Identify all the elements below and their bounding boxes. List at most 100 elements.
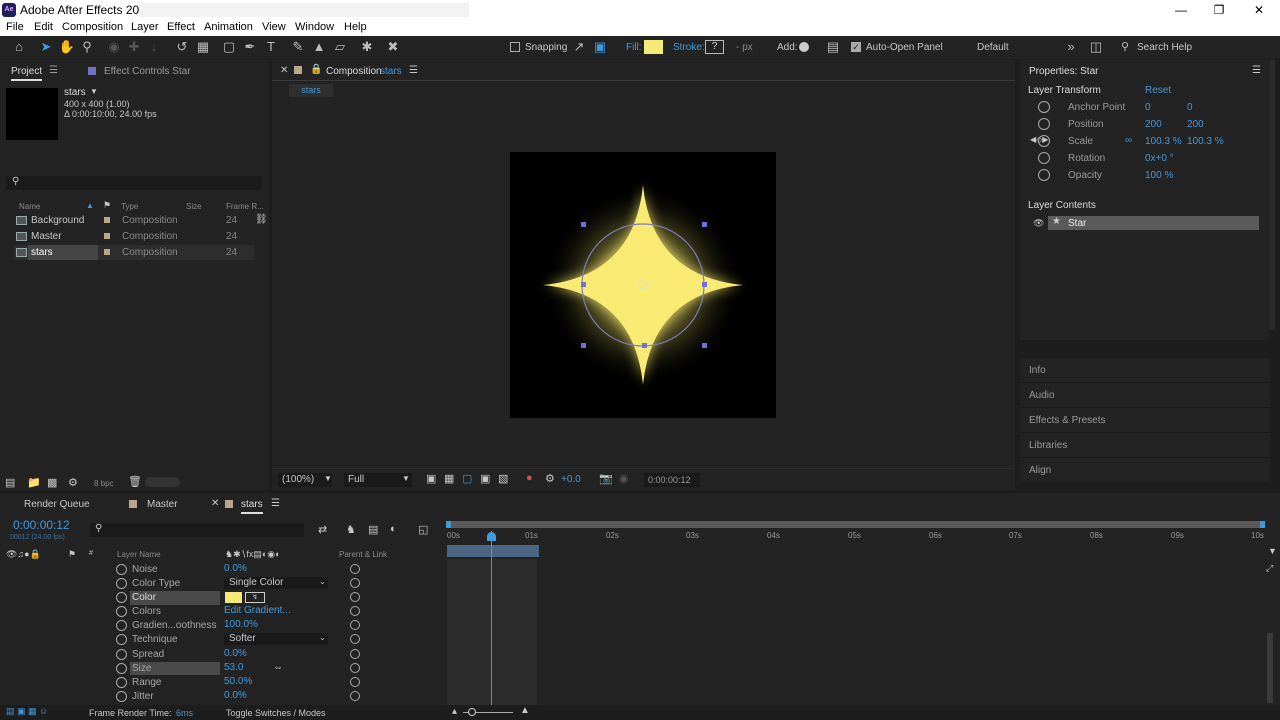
label-color-swatch[interactable] [104,217,110,223]
timeline-prop-range[interactable]: Range 50.0% [110,676,445,690]
content-item-star[interactable]: ★ Star [1048,216,1259,230]
stopwatch-icon[interactable] [1038,101,1050,113]
pick-whip-icon[interactable] [350,691,360,701]
project-item[interactable]: Background Composition 24 [14,213,254,228]
close-tab-icon[interactable]: ✕ [280,65,288,76]
bpc-label[interactable]: 8 bpc [94,479,114,488]
brush-tool-icon[interactable]: ✎ [289,39,307,57]
comp-breadcrumb[interactable]: stars [289,84,333,97]
pick-whip-icon[interactable] [350,606,360,616]
column-layer-name[interactable]: Layer Name [117,550,161,559]
stopwatch-icon[interactable] [116,578,127,589]
comp-canvas[interactable] [510,152,776,418]
flowchart-icon[interactable]: ⛓ [255,214,268,225]
stopwatch-icon[interactable] [116,649,127,660]
workspace-default[interactable]: Default [977,42,1009,53]
new-folder-icon[interactable]: 📁 [27,476,41,489]
transform-handle[interactable] [702,282,707,287]
pick-whip-icon[interactable] [350,564,360,574]
tab-project[interactable]: Project [11,66,43,81]
navigator-end-handle[interactable] [1260,521,1265,528]
composition-tab-label[interactable]: Composition [326,66,382,77]
prop-value-y[interactable]: 0 [1187,102,1193,113]
pick-whip-icon[interactable] [350,592,360,602]
rectangle-tool-icon[interactable]: ▢ [220,39,238,57]
tab-master[interactable]: Master [147,499,178,510]
label-tag-icon[interactable]: ⚑ [68,549,76,560]
menu-effect[interactable]: Effect [167,21,195,33]
menu-file[interactable]: File [6,21,24,33]
prop-value[interactable]: 0.0% [224,563,247,574]
prop-value[interactable]: 100.0% [224,619,258,630]
timeline-prop-color[interactable]: Color ↯ [110,591,445,605]
navigator-start-handle[interactable] [446,521,451,528]
label-color-swatch[interactable] [104,249,110,255]
prop-value[interactable]: 0x+0 ° [1145,153,1174,164]
timeline-prop-gradient-smoothness[interactable]: Gradien...oothness 100.0% [110,619,445,633]
prop-value-y[interactable]: 200 [1187,119,1204,130]
shy-layers-icon[interactable]: ♞ [346,523,356,536]
fill-color-swatch[interactable] [644,40,663,54]
constrain-proportions-icon[interactable]: ∞ [1125,135,1132,146]
switches-icons[interactable]: ♞✱∖fx▤◐◉◐ [225,549,281,560]
mask-visibility-icon[interactable]: ▢ [462,472,472,485]
av-features-icons[interactable]: 👁♫●🔒 [6,549,41,560]
edit-gradient-link[interactable]: Edit Gradient... [224,605,291,616]
workspace-layout-icon[interactable]: ◫ [1087,39,1105,57]
panel-libraries[interactable]: Libraries [1020,432,1270,457]
pick-whip-icon[interactable] [350,649,360,659]
color-type-dropdown[interactable]: Single Color ⌄ [224,577,328,589]
close-tab-icon[interactable]: ✕ [211,498,219,509]
technique-dropdown[interactable]: Softer ⌄ [224,633,328,645]
prop-rotation[interactable]: Rotation 0x+0 ° [1030,151,1260,166]
panel-options-icon[interactable]: ▤ [824,39,842,57]
snap-grid-icon[interactable]: ▣ [591,39,609,57]
prop-anchor-point[interactable]: Anchor Point 0 0 [1030,100,1260,115]
timeline-scrollbar[interactable] [1267,633,1273,703]
prop-value[interactable]: 50.0% [224,676,252,687]
panel-menu-icon[interactable]: ☰ [271,498,280,509]
zoom-slider-handle[interactable] [468,708,476,716]
label-tag-icon[interactable]: ⚑ [103,200,111,211]
transform-handle[interactable] [581,282,586,287]
pen-tool-icon[interactable]: ✒ [241,39,259,57]
menu-help[interactable]: Help [344,21,367,33]
show-snapshot-icon[interactable]: ◉ [619,472,629,485]
thumbnail-slider[interactable] [145,477,180,487]
selected-item-dropdown-icon[interactable]: ▼ [90,87,98,96]
pick-whip-icon[interactable] [350,578,360,588]
prop-value[interactable]: 0.0% [224,648,247,659]
pan-behind-tool-icon[interactable]: ▦ [194,39,212,57]
timeline-prop-noise[interactable]: Noise 0.0% [110,563,445,577]
snapshot-icon[interactable]: 📷 [599,472,613,485]
prop-value-y[interactable]: 100.3 % [1187,136,1224,147]
close-icon[interactable]: ✕ [1251,2,1267,18]
rotate-tool-icon[interactable]: ↺ [173,39,191,57]
project-settings-icon[interactable]: ⚙ [68,476,78,489]
panel-audio[interactable]: Audio [1020,382,1270,407]
timeline-prop-technique[interactable]: Technique Softer ⌄ [110,633,445,647]
zoom-in-icon[interactable]: ▲ [520,705,530,716]
stroke-width-field[interactable]: - px [736,42,753,53]
stopwatch-icon[interactable] [116,564,127,575]
sort-ascending-icon[interactable]: ▲ [86,201,94,210]
menu-window[interactable]: Window [295,21,334,33]
search-help-input[interactable]: Search Help [1137,42,1272,54]
puppet-pin-icon[interactable]: ✖ [384,39,402,57]
stopwatch-icon[interactable] [1038,152,1050,164]
transparency-grid-icon[interactable]: ▦ [444,472,454,485]
home-icon[interactable]: ⌂ [10,39,28,57]
magnification-dropdown[interactable]: (100%) ▼ [278,473,332,487]
pick-whip-icon[interactable] [350,677,360,687]
graph-editor-icon[interactable]: ◱ [418,523,428,536]
prop-value[interactable]: 53.0 [224,662,243,673]
frame-blending-icon[interactable]: ▤ [368,523,378,536]
project-search-input[interactable]: ⚲ [6,176,262,190]
composition-tab-name[interactable]: stars [380,66,402,77]
column-size[interactable]: Size [186,202,202,211]
pick-whip-icon[interactable] [350,620,360,630]
orbit-camera-icon[interactable]: ◉ [105,39,123,57]
project-item-selected[interactable]: stars Composition 24 [14,245,254,260]
zoom-out-icon[interactable]: ▴ [452,706,457,717]
time-navigator[interactable] [447,521,1265,528]
